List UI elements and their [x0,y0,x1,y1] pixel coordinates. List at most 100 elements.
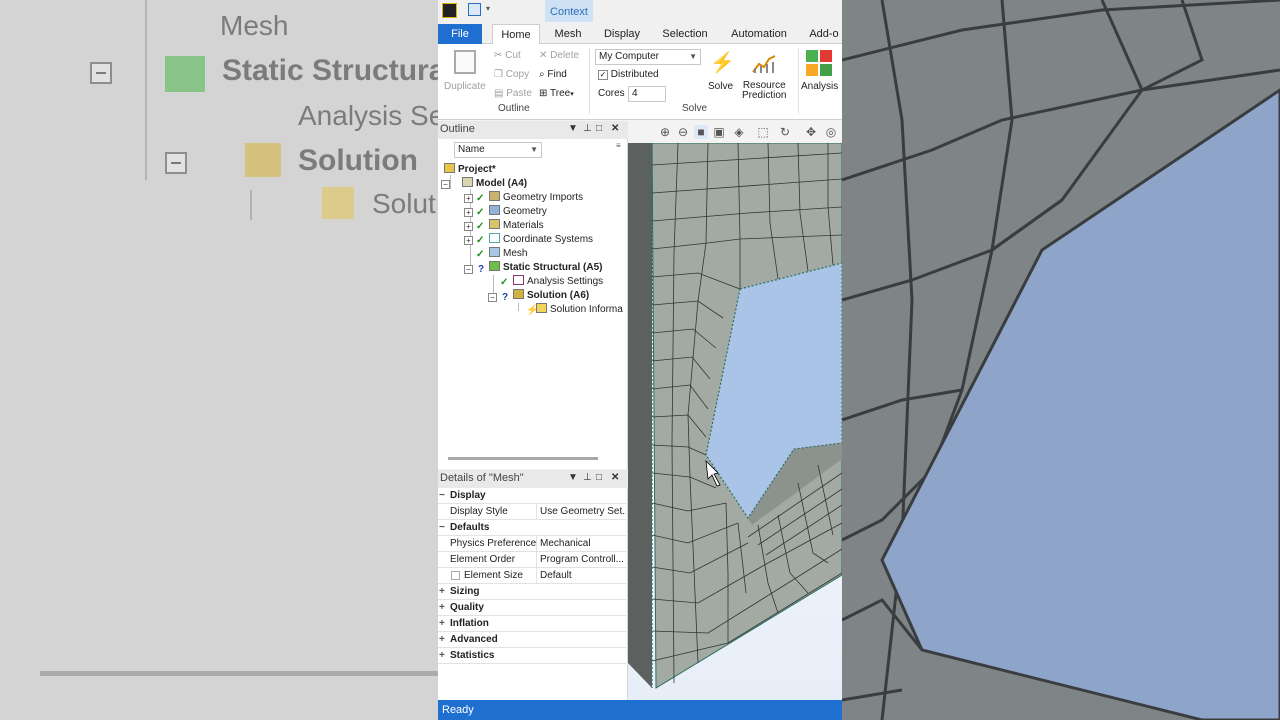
tree-item-model[interactable]: Model (A4) [462,177,527,191]
question-icon: ? [502,292,509,303]
details-category-display[interactable]: − Display [438,488,626,504]
tree-item-geometry-imports[interactable]: Geometry Imports [489,191,583,205]
copy-button[interactable]: ❐ Copy [494,69,529,80]
tab-file[interactable]: File [438,24,482,44]
tab-mesh[interactable]: Mesh [548,24,588,44]
geometry-icon [489,205,500,215]
zoom-in-icon[interactable]: ⊕ [658,125,672,139]
bg-solinfo-label: Solut [372,188,436,219]
tab-home[interactable]: Home [492,24,540,45]
copy-icon: ❐ [494,69,503,80]
bg-mesh-zoom [842,0,1280,720]
mesh-model-view[interactable] [628,143,842,700]
static-structural-icon [489,261,500,271]
outline-filter-combo[interactable]: Name ▼ [454,142,542,158]
horizontal-scrollbar[interactable] [448,457,598,460]
find-button[interactable]: ⌕ Find [539,69,567,80]
zoom-out-icon[interactable]: ⊖ [676,125,690,139]
cores-label: Cores [598,88,625,99]
maximize-icon[interactable]: □ [596,472,602,483]
tree-item-static-structural[interactable]: Static Structural (A5) [489,261,602,275]
analysis-button[interactable]: Analysis [801,81,838,92]
analysis-icon [806,50,832,76]
collapse-icon[interactable]: − [464,265,473,274]
collapse-icon[interactable]: − [488,293,497,302]
delete-button[interactable]: ✕ Delete [539,50,579,61]
details-category-statistics[interactable]: + Statistics [438,648,626,664]
duplicate-button[interactable]: Duplicate [444,81,486,92]
box-zoom-icon[interactable]: ▣ [712,125,726,139]
details-row-physics-preference[interactable]: Physics Preference Mechanical [438,536,626,552]
tab-display[interactable]: Display [600,24,644,44]
expand-icon[interactable]: + [464,222,473,231]
context-tab-label: Context [545,0,593,22]
outline-tree-panel: Name ▼ ≡ Project* − Model (A4) + ✓ Geomet… [438,139,628,469]
materials-icon [489,219,500,229]
select-body-icon[interactable]: ■ [694,125,708,139]
project-icon [444,163,455,173]
save-icon[interactable] [468,3,481,16]
tree-item-geometry[interactable]: Geometry [489,205,547,219]
tab-automation[interactable]: Automation [724,24,794,44]
details-category-defaults[interactable]: − Defaults [438,520,626,536]
fit-icon[interactable]: ◎ [824,125,838,139]
details-category-inflation[interactable]: + Inflation [438,616,626,632]
check-icon: ✓ [476,193,485,204]
geometry-imports-icon [489,191,500,201]
select-mode-icon[interactable]: ⬚ [756,125,770,139]
collapse-icon[interactable]: − [441,180,450,189]
expand-icon[interactable]: + [464,194,473,203]
graphics-viewport[interactable] [628,143,842,700]
tree-item-coordinate-systems[interactable]: Coordinate Systems [489,233,593,247]
details-category-quality[interactable]: + Quality [438,600,626,616]
details-row-display-style[interactable]: Display Style Use Geometry Set... [438,504,626,520]
outline-group-label: Outline [498,103,530,114]
details-category-advanced[interactable]: + Advanced [438,632,626,648]
tab-selection[interactable]: Selection [658,24,712,44]
check-icon: ✓ [476,235,485,246]
cut-button[interactable]: ✂ Cut [494,50,521,61]
tree-item-project[interactable]: Project* [444,163,496,177]
outline-search-icon[interactable]: ≡ [616,141,621,150]
tree-button[interactable]: ⊞ Tree▾ [539,88,574,99]
rotate-icon[interactable]: ↻ [778,125,792,139]
panel-menu-icon[interactable]: ▼ [568,472,578,483]
chevron-down-icon: ▼ [530,145,538,154]
mesh-icon [489,247,500,257]
solve-target-combo[interactable]: My Computer ▼ [595,49,701,65]
tree-item-analysis-settings[interactable]: Analysis Settings [513,275,603,289]
analysis-settings-icon [513,275,524,285]
tree-item-materials[interactable]: Materials [489,219,544,233]
solve-group-label: Solve [682,103,708,114]
pan-icon[interactable]: ✥ [804,125,818,139]
check-icon: ✓ [476,207,485,218]
close-icon[interactable]: ✕ [611,123,619,134]
duplicate-icon[interactable] [454,50,476,74]
solve-button[interactable]: Solve [708,81,733,92]
resource-prediction-button[interactable]: Resource Prediction [742,81,786,101]
cores-input[interactable]: 4 [628,86,666,102]
distributed-checkbox[interactable]: ✓ Distributed [598,69,659,80]
graphics-toolbar: ⊕ ⊖ ■ ▣ ◈ ⬚ ↻ ✥ ◎ [628,121,842,143]
parameter-checkbox[interactable] [451,571,460,580]
close-icon[interactable]: ✕ [611,472,619,483]
tab-addons[interactable]: Add-o [806,24,842,44]
details-panel: − Display Display Style Use Geometry Set..… [438,488,628,700]
paste-button[interactable]: ▤ Paste [494,88,532,99]
expand-icon[interactable]: + [464,208,473,217]
qat-dropdown-icon[interactable]: ▾ [486,4,490,13]
tree-item-solution[interactable]: Solution (A6) [513,289,589,303]
details-row-element-size[interactable]: Element Size Default [438,568,626,584]
maximize-icon[interactable]: □ [596,123,602,134]
tree-item-mesh[interactable]: Mesh [489,247,527,261]
details-category-sizing[interactable]: + Sizing [438,584,626,600]
tree-item-solution-information[interactable]: Solution Informa [536,303,623,317]
panel-menu-icon[interactable]: ▼ [568,123,578,134]
bg-collapse-box [165,152,187,174]
select-face-icon[interactable]: ◈ [732,125,746,139]
pin-icon[interactable]: ⊥ [583,123,592,134]
resource-prediction-icon [752,54,776,74]
expand-icon[interactable]: + [464,236,473,245]
details-row-element-order[interactable]: Element Order Program Controll... [438,552,626,568]
pin-icon[interactable]: ⊥ [583,472,592,483]
